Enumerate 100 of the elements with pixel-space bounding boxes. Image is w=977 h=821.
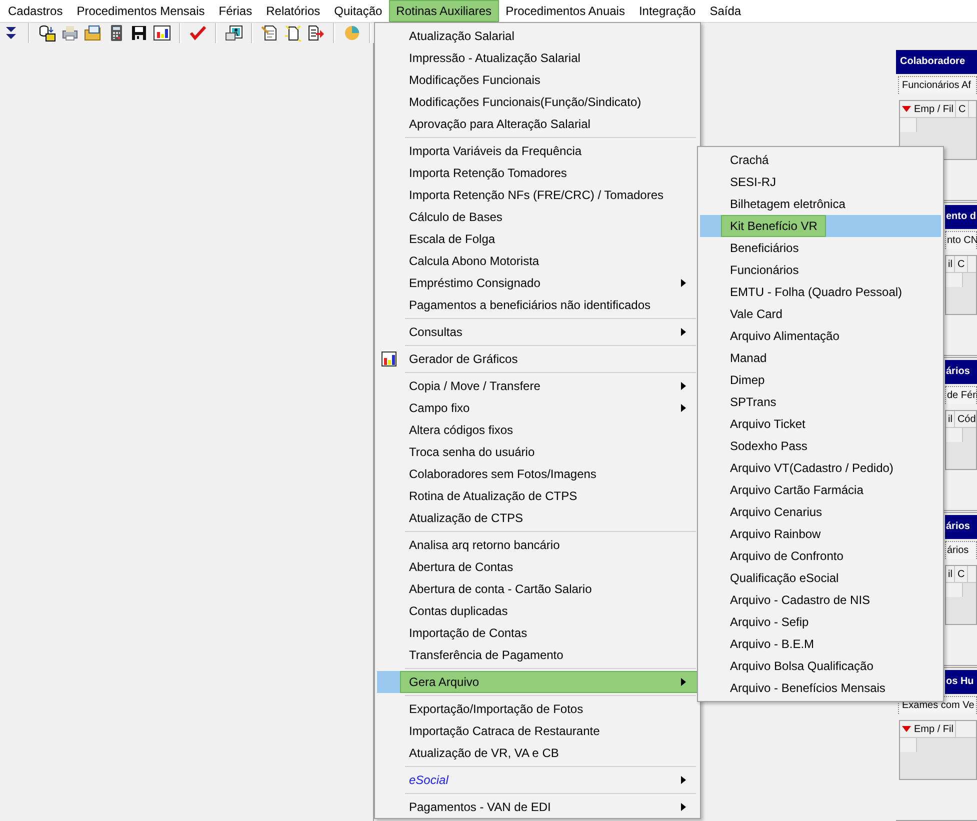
menu-item[interactable]: Importação Catraca de Restaurante	[377, 720, 698, 742]
menu-item[interactable]: Kit Benefício VR	[700, 215, 941, 237]
column-header[interactable]: C	[956, 101, 969, 117]
menu-bar-item[interactable]: Procedimentos Anuais	[498, 0, 632, 22]
menu-item[interactable]: Campo fixo	[377, 397, 698, 419]
menu-item[interactable]: Bilhetagem eletrônica	[700, 193, 941, 215]
panel-tab[interactable]: ários	[945, 541, 977, 559]
menu-item[interactable]: Arquivo - B.E.M	[700, 633, 941, 655]
document-pen-icon[interactable]	[261, 24, 279, 42]
menu-bar-item[interactable]: Férias	[212, 0, 260, 22]
new-document-icon[interactable]	[284, 24, 302, 42]
menu-item[interactable]: Arquivo Alimentação	[700, 325, 941, 347]
menu-item[interactable]: Arquivo Rainbow	[700, 523, 941, 545]
menu-item[interactable]: Modificações Funcionais(Função/Sindicato)	[377, 91, 698, 113]
menu-item[interactable]: Abertura de conta - Cartão Salario	[377, 578, 698, 600]
column-header[interactable]: Cód	[955, 411, 977, 427]
menu-item[interactable]: Atualização de CTPS	[377, 507, 698, 529]
menu-item[interactable]: Importação de Contas	[377, 622, 698, 644]
menu-item[interactable]: Importa Retenção NFs (FRE/CRC) / Tomadores	[377, 184, 698, 206]
menu-bar-item[interactable]: Cadastros	[1, 0, 70, 22]
menu-bar-item[interactable]: Rotinas Auxiliares	[389, 0, 499, 22]
menu-item[interactable]: Funcionários	[700, 259, 941, 281]
menu-item[interactable]: Gerador de Gráficos	[377, 348, 698, 370]
menu-item[interactable]: Arquivo de Confronto	[700, 545, 941, 567]
menu-item[interactable]: Cálculo de Bases	[377, 206, 698, 228]
menu-item[interactable]: Arquivo Bolsa Qualificação	[700, 655, 941, 677]
menu-item[interactable]: Atualização Salarial	[377, 25, 698, 47]
menu-item[interactable]: Manad	[700, 347, 941, 369]
column-header[interactable]: Emp / Fil	[900, 721, 956, 737]
printer-icon[interactable]	[61, 24, 79, 42]
menu-item[interactable]: Empréstimo Consignado	[377, 272, 698, 294]
menu-item[interactable]: Modificações Funcionais	[377, 69, 698, 91]
submenu-arrow-icon	[681, 404, 686, 412]
folder-icon[interactable]	[84, 24, 102, 42]
menu-item[interactable]: Crachá	[700, 149, 941, 171]
column-header[interactable]: il	[946, 566, 956, 582]
column-header[interactable]: il	[946, 411, 956, 427]
menu-item[interactable]: Pagamentos a beneficiários não identificados	[377, 294, 698, 316]
menu-item[interactable]: Analisa arq retorno bancário	[377, 534, 698, 556]
menu-item[interactable]: Arquivo Cartão Farmácia	[700, 479, 941, 501]
bar-chart-icon[interactable]	[153, 24, 171, 42]
menu-bar-item[interactable]: Relatórios	[259, 0, 328, 22]
menu-item[interactable]: Copia / Move / Transfere	[377, 375, 698, 397]
submenu-arrow-icon	[681, 803, 686, 811]
panel-title: ento d	[945, 205, 977, 229]
menu-item[interactable]: Qualificação eSocial	[700, 567, 941, 589]
submenu-arrow-icon	[681, 328, 686, 336]
menu-item[interactable]: Altera códigos fixos	[377, 419, 698, 441]
menu-item[interactable]: Consultas	[377, 321, 698, 343]
menu-item[interactable]: Arquivo Cenarius	[700, 501, 941, 523]
menu-item[interactable]: Sodexho Pass	[700, 435, 941, 457]
bar-chart-icon	[381, 351, 397, 367]
checkmark-icon[interactable]	[189, 24, 207, 42]
menu-item[interactable]: Dimep	[700, 369, 941, 391]
menu-item[interactable]: Vale Card	[700, 303, 941, 325]
menu-item[interactable]: Arquivo - Benefícios Mensais	[700, 677, 941, 699]
menu-item[interactable]: Arquivo - Sefip	[700, 611, 941, 633]
menu-item[interactable]: eSocial	[377, 769, 698, 791]
menu-item[interactable]: Abertura de Contas	[377, 556, 698, 578]
menu-item[interactable]: SESI-RJ	[700, 171, 941, 193]
menu-item[interactable]: Aprovação para Alteração Salarial	[377, 113, 698, 135]
submenu-arrow-icon	[681, 279, 686, 287]
panel-title: os Hu	[945, 670, 977, 694]
menu-item[interactable]: Calcula Abono Motorista	[377, 250, 698, 272]
menu-item[interactable]: Troca senha do usuário	[377, 441, 698, 463]
menu-item[interactable]: SPTrans	[700, 391, 941, 413]
menu-item[interactable]: Escala de Folga	[377, 228, 698, 250]
menu-bar-item[interactable]: Procedimentos Mensais	[70, 0, 212, 22]
database-export-icon[interactable]	[38, 24, 56, 42]
menu-item[interactable]: Arquivo - Cadastro de NIS	[700, 589, 941, 611]
panel-tab[interactable]: nto CN	[945, 231, 977, 249]
menu-item[interactable]: Transferência de Pagamento	[377, 644, 698, 666]
menu-item[interactable]: Rotina de Atualização de CTPS	[377, 485, 698, 507]
panel-title: Colaboradore	[896, 50, 977, 74]
panel-title: ários	[945, 360, 977, 384]
menu-item[interactable]: Arquivo VT(Cadastro / Pedido)	[700, 457, 941, 479]
person-card-icon[interactable]	[225, 24, 243, 42]
menu-bar-item[interactable]: Integração	[632, 0, 703, 22]
column-header[interactable]: C	[955, 566, 968, 582]
menu-item[interactable]: Importa Retenção Tomadores	[377, 162, 698, 184]
menu-item[interactable]: Impressão - Atualização Salarial	[377, 47, 698, 69]
submenu-arrow-icon	[681, 776, 686, 784]
menu-item[interactable]: Colaboradores sem Fotos/Imagens	[377, 463, 698, 485]
document-arrow-icon[interactable]	[307, 24, 325, 42]
menu-item[interactable]: Gera Arquivo	[377, 671, 698, 693]
menu-item[interactable]: Importa Variáveis da Frequência	[377, 140, 698, 162]
sort-down-icon	[902, 726, 911, 732]
column-header[interactable]: il	[946, 256, 956, 272]
menu-bar-item[interactable]: Saída	[702, 0, 748, 22]
menu-item[interactable]: Beneficiários	[700, 237, 941, 259]
menu-item[interactable]: Pagamentos - VAN de EDI	[377, 796, 698, 818]
menu-item[interactable]: Arquivo Ticket	[700, 413, 941, 435]
panel-tab[interactable]: Funcionários Af	[898, 76, 977, 94]
menu-item[interactable]: Atualização de VR, VA e CB	[377, 742, 698, 764]
menu-bar-item[interactable]: Quitação	[327, 0, 390, 22]
column-header[interactable]: C	[955, 256, 968, 272]
menu-item[interactable]: Contas duplicadas	[377, 600, 698, 622]
column-header[interactable]: Emp / Fil	[900, 101, 956, 117]
menu-item[interactable]: EMTU - Folha (Quadro Pessoal)	[700, 281, 941, 303]
menu-item[interactable]: Exportação/Importação de Fotos	[377, 698, 698, 720]
